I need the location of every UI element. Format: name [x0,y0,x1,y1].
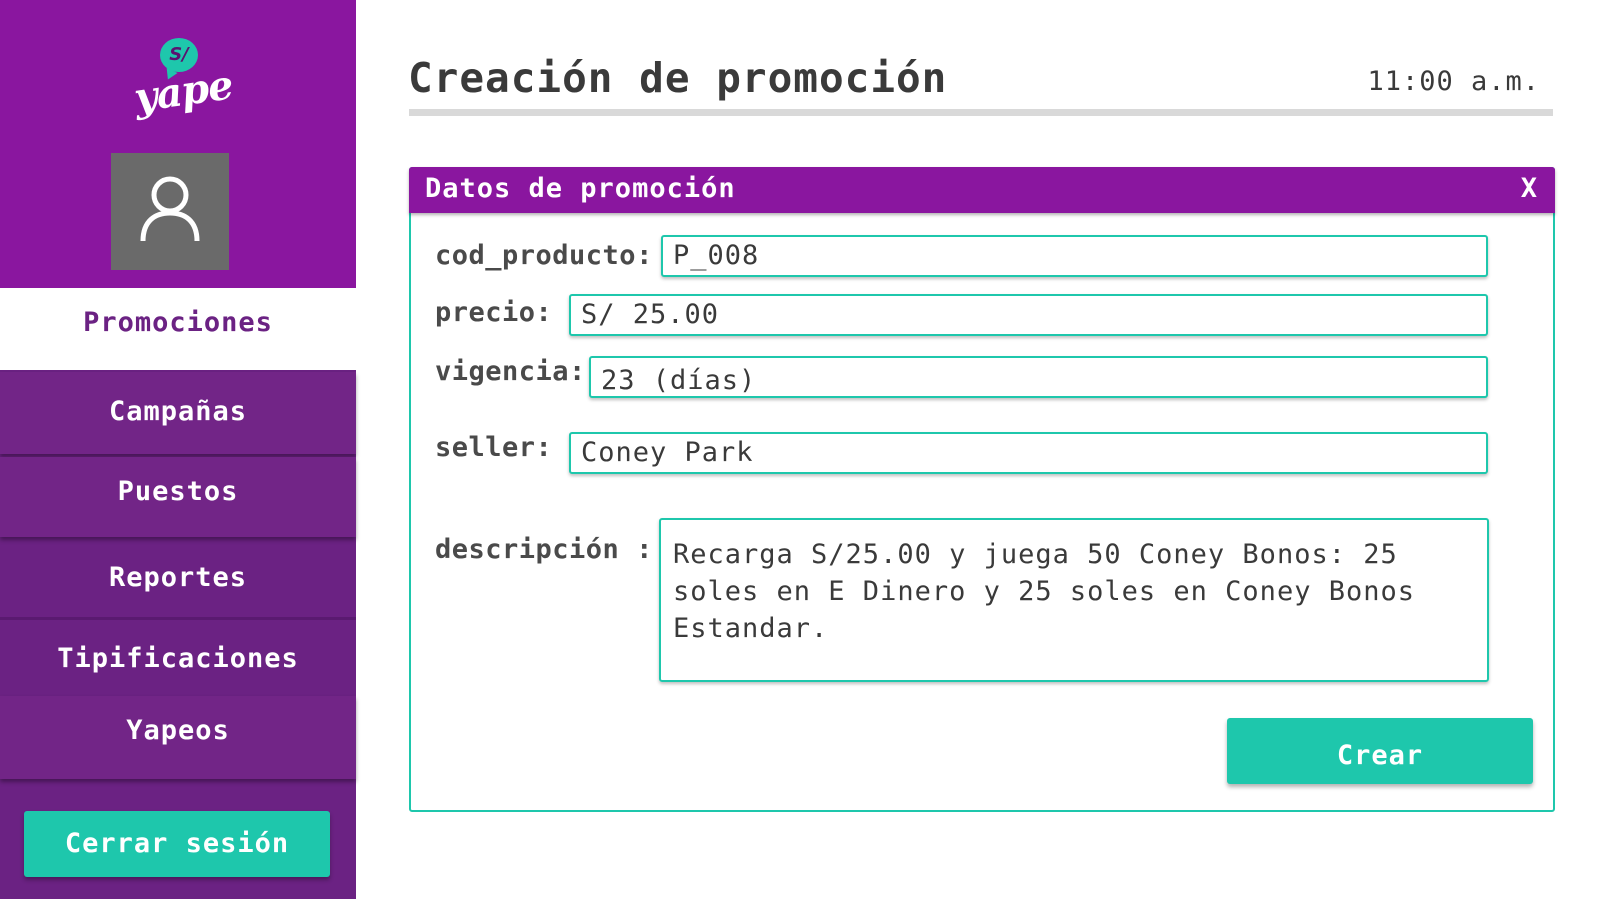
seller-label: seller: [435,432,553,463]
cod-producto-label: cod_producto: [435,240,653,271]
sidebar-item-tipificaciones[interactable]: Tipificaciones [0,620,356,696]
page-title: Creación de promoción [408,54,948,102]
create-button[interactable]: Crear [1227,718,1533,784]
sidebar-item-reportes[interactable]: Reportes [0,540,356,618]
logout-button[interactable]: Cerrar sesión [24,811,330,877]
avatar [111,153,229,270]
clock: 11:00 a.m. [1367,66,1540,97]
vigencia-label: vigencia: [435,356,586,387]
descripcion-label: descripción : [435,534,653,565]
logo-wordmark: yape [131,61,236,122]
sidebar-header: S/ yape [0,0,356,288]
sidebar-item-promociones[interactable]: Promociones [0,288,356,370]
cod-producto-field[interactable]: P_008 [661,235,1488,277]
precio-field[interactable]: S/ 25.00 [569,294,1488,336]
title-divider [409,109,1553,116]
panel-title: Datos de promoción [425,173,736,204]
sidebar-item-puestos[interactable]: Puestos [0,457,356,537]
close-button[interactable]: X [1521,173,1537,204]
seller-field[interactable]: Coney Park [569,432,1488,474]
panel-header: Datos de promoción X [409,167,1555,213]
precio-label: precio: [435,297,553,328]
sidebar: S/ yape Promociones Campañas Puestos Rep… [0,0,356,899]
sidebar-item-yapeos[interactable]: Yapeos [0,696,356,779]
descripcion-textarea[interactable]: Recarga S/25.00 y juega 50 Coney Bonos: … [659,518,1489,682]
vigencia-field[interactable]: 23 (días) [589,356,1488,398]
user-icon [140,176,200,242]
yape-logo: S/ yape [130,36,235,140]
sidebar-item-campanas[interactable]: Campañas [0,372,356,454]
